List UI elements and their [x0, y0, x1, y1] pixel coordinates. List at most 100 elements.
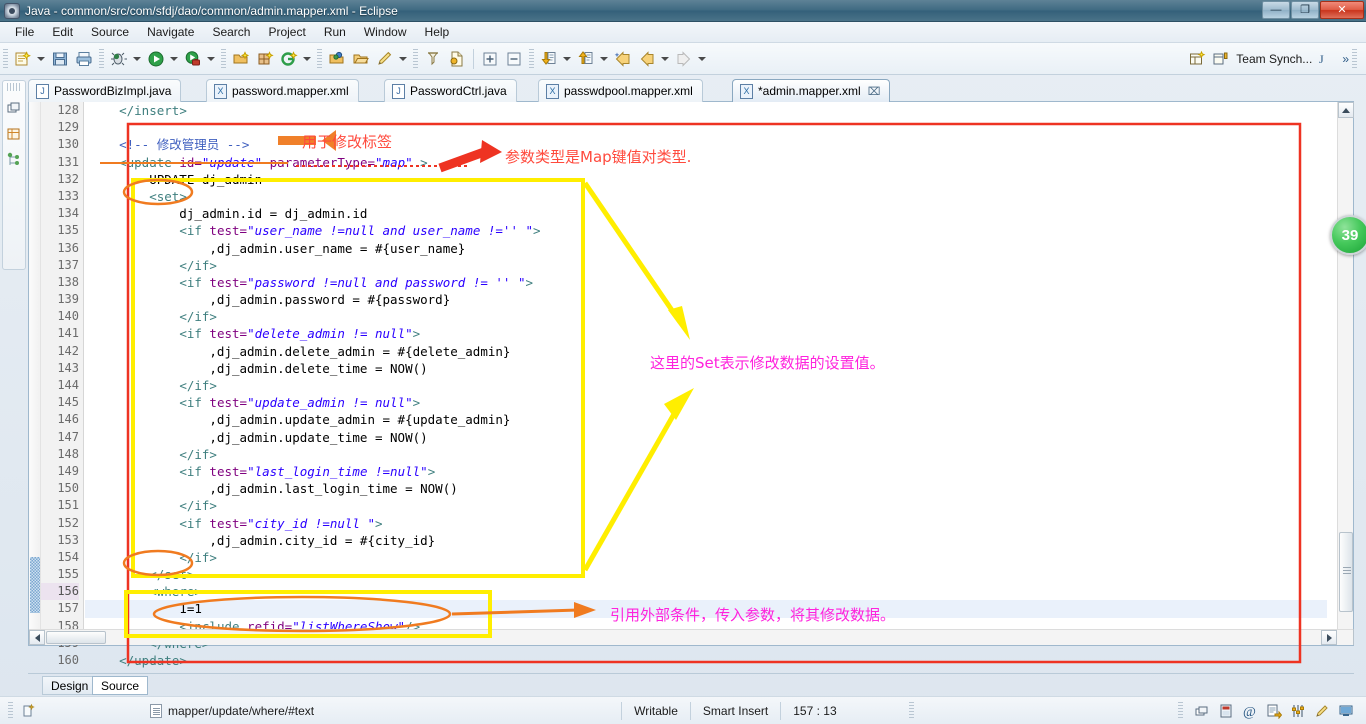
code-line[interactable]: </if> — [85, 446, 1327, 463]
code-line[interactable]: <if test="delete_admin != null"> — [85, 325, 1327, 342]
toolbar-grip-6[interactable] — [529, 48, 534, 69]
source-editor[interactable]: 128 129 130 131 132 133 134 135 136 137 138 139 140 1… — [28, 102, 1354, 668]
editor-tab-passwordbizimpl[interactable]: J PasswordBizImpl.java — [28, 79, 182, 102]
previous-annotation-dropdown-icon[interactable] — [598, 48, 609, 70]
print-icon[interactable] — [73, 48, 95, 70]
code-line[interactable]: ,dj_admin.update_time = NOW() — [85, 429, 1327, 446]
open-task-icon[interactable] — [350, 48, 372, 70]
code-line[interactable]: ,dj_admin.user_name = #{user_name} — [85, 240, 1327, 257]
menu-window[interactable]: Window — [355, 23, 416, 41]
debug-icon[interactable] — [108, 48, 130, 70]
run-dropdown-icon[interactable] — [168, 48, 179, 70]
java-perspective-icon[interactable]: J — [1313, 48, 1335, 70]
code-line[interactable]: <if test="user_name !=null and user_name… — [85, 222, 1327, 239]
code-line[interactable]: <if test="update_admin != null"> — [85, 394, 1327, 411]
servers-icon[interactable] — [1216, 701, 1236, 721]
toolbar-grip-2[interactable] — [99, 48, 104, 69]
toolbar-grip[interactable] — [3, 48, 8, 69]
menu-search[interactable]: Search — [203, 23, 259, 41]
fast-view-grip[interactable] — [7, 83, 21, 91]
code-line[interactable]: dj_admin.id = dj_admin.id — [85, 205, 1327, 222]
code-line[interactable]: <if test="last_login_time !=null"> — [85, 463, 1327, 480]
code-line[interactable]: ,dj_admin.update_admin = #{update_admin} — [85, 411, 1327, 428]
last-edit-location-icon[interactable] — [612, 48, 634, 70]
code-line[interactable]: <update id="update" parameterType="map" … — [85, 154, 1327, 171]
scroll-right-icon[interactable] — [1321, 630, 1337, 645]
highlight-icon[interactable] — [1312, 701, 1332, 721]
save-icon[interactable] — [49, 48, 71, 70]
scroll-left-icon[interactable] — [29, 630, 45, 645]
perspective-overflow-icon[interactable]: » — [1342, 52, 1349, 66]
code-line[interactable]: ,dj_admin.last_login_time = NOW() — [85, 480, 1327, 497]
status-grip-2[interactable] — [908, 701, 914, 720]
next-annotation-dropdown-icon[interactable] — [561, 48, 572, 70]
hierarchy-icon[interactable] — [3, 147, 25, 173]
code-line[interactable]: <if test="city_id !=null "> — [85, 515, 1327, 532]
editor-vertical-scrollbar[interactable] — [1337, 102, 1354, 645]
search-icon[interactable] — [422, 48, 444, 70]
restore-icon[interactable] — [18, 701, 38, 721]
previous-annotation-icon[interactable] — [575, 48, 597, 70]
status-tray-grip[interactable] — [1178, 701, 1183, 720]
run-icon[interactable] — [145, 48, 167, 70]
menu-file[interactable]: File — [6, 23, 43, 41]
toolbar-grip-right[interactable] — [1352, 48, 1357, 69]
code-line[interactable]: </update> — [85, 652, 1327, 669]
minimize-button[interactable]: — — [1262, 1, 1290, 19]
package-explorer-icon[interactable] — [3, 121, 25, 147]
vertical-scroll-thumb[interactable] — [1339, 532, 1353, 612]
external-tools-dropdown-icon[interactable] — [205, 48, 216, 70]
email-icon[interactable]: @ — [1240, 701, 1260, 721]
new-class-icon[interactable] — [254, 48, 276, 70]
snippets-icon[interactable] — [1264, 701, 1284, 721]
new-annotation-dropdown-icon[interactable] — [301, 48, 312, 70]
editor-horizontal-scrollbar[interactable] — [29, 629, 1353, 645]
tab-design[interactable]: Design — [42, 676, 98, 695]
code-line[interactable]: <set> — [85, 188, 1327, 205]
forward-icon[interactable] — [673, 48, 695, 70]
editor-tab-passwdpool-mapper[interactable]: X passwdpool.mapper.xml — [538, 79, 703, 102]
expand-all-icon[interactable] — [479, 48, 501, 70]
new-package-icon[interactable] — [230, 48, 252, 70]
toolbar-grip-5[interactable] — [413, 48, 418, 69]
toolbar-grip-4[interactable] — [317, 48, 322, 69]
code-line[interactable]: UPDATE dj_admin — [85, 171, 1327, 188]
console-icon[interactable] — [1336, 701, 1356, 721]
new-annotation-icon[interactable] — [278, 48, 300, 70]
filters-icon[interactable] — [1288, 701, 1308, 721]
menu-run[interactable]: Run — [315, 23, 355, 41]
code-line[interactable]: 1=1 — [85, 600, 1327, 618]
maximize-button[interactable]: ❐ — [1291, 1, 1319, 19]
code-line[interactable]: ,dj_admin.city_id = #{city_id} — [85, 532, 1327, 549]
menu-navigate[interactable]: Navigate — [138, 23, 203, 41]
menu-project[interactable]: Project — [259, 23, 314, 41]
scroll-up-icon[interactable] — [1338, 102, 1354, 118]
code-text[interactable]: </insert> <!-- 修改管理员 --> <update id="upd… — [85, 102, 1327, 668]
code-line[interactable]: </if> — [85, 308, 1327, 325]
collapse-all-icon[interactable] — [503, 48, 525, 70]
restore-view-icon[interactable] — [3, 95, 25, 121]
new-wizard-dropdown-icon[interactable] — [35, 48, 46, 70]
next-annotation-icon[interactable] — [538, 48, 560, 70]
perspective-label[interactable]: Team Synch... — [1236, 52, 1312, 66]
restore-icon[interactable] — [1192, 701, 1212, 721]
toolbar-grip-3[interactable] — [221, 48, 226, 69]
edit-dropdown-icon[interactable] — [397, 48, 408, 70]
back-icon[interactable] — [636, 48, 658, 70]
tab-source[interactable]: Source — [92, 676, 149, 695]
code-line[interactable]: <where> — [85, 583, 1327, 600]
code-line[interactable]: ,dj_admin.delete_admin = #{delete_admin} — [85, 343, 1327, 360]
code-line[interactable] — [85, 119, 1327, 136]
code-line[interactable]: ,dj_admin.delete_time = NOW() — [85, 360, 1327, 377]
editor-tab-passwordctrl[interactable]: J PasswordCtrl.java — [384, 79, 517, 102]
back-dropdown-icon[interactable] — [659, 48, 670, 70]
close-icon[interactable]: ⌧ — [868, 85, 881, 98]
code-line[interactable]: </if> — [85, 377, 1327, 394]
editor-tab-admin-mapper[interactable]: X *admin.mapper.xml ⌧ — [732, 79, 891, 102]
menu-help[interactable]: Help — [416, 23, 459, 41]
open-perspective-icon[interactable] — [1186, 48, 1208, 70]
code-line[interactable]: </if> — [85, 549, 1327, 566]
edit-pencil-icon[interactable] — [374, 48, 396, 70]
menu-edit[interactable]: Edit — [43, 23, 82, 41]
editor-tab-password-mapper[interactable]: X password.mapper.xml — [206, 79, 359, 102]
